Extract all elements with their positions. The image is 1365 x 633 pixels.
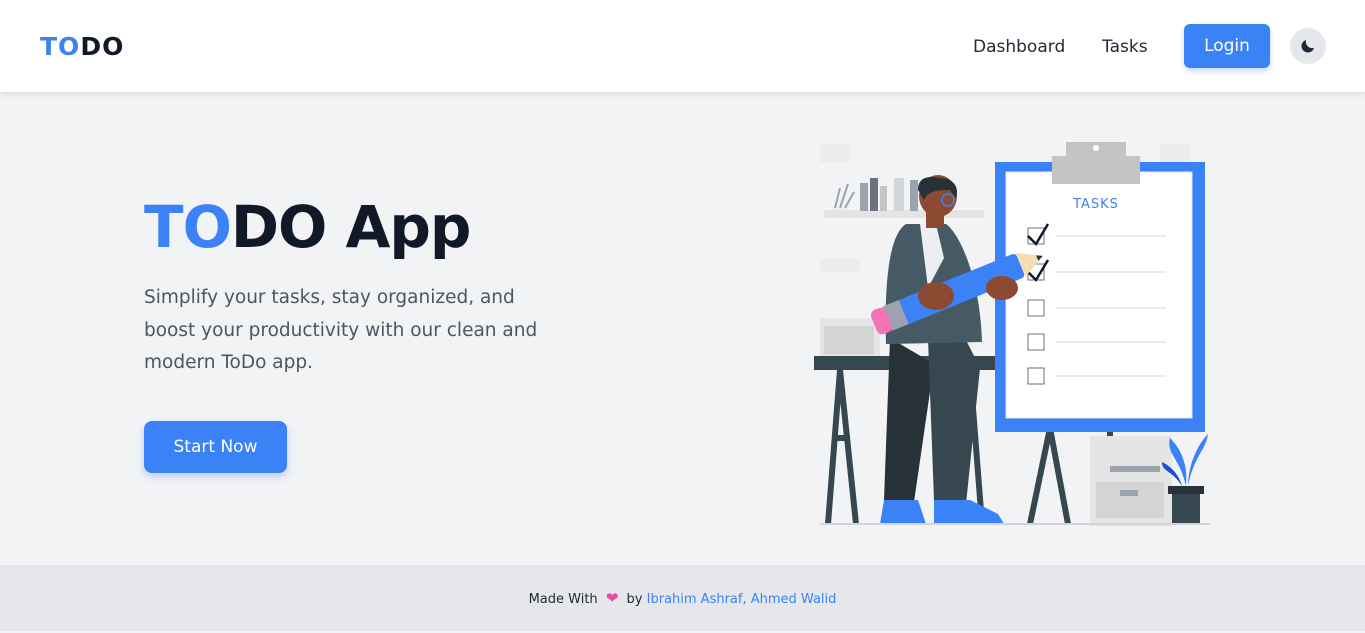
hero-illustration: TASKS — [814, 142, 1210, 526]
footer-made-with: Made With — [528, 592, 598, 607]
navbar: TODO Dashboard Tasks Login — [0, 0, 1365, 92]
cabinet — [1090, 436, 1172, 526]
heart-icon: ❤ — [605, 589, 619, 607]
clipboard: TASKS — [995, 142, 1205, 432]
footer-authors-link[interactable]: Ibrahim Ashraf, Ahmed Walid — [647, 592, 837, 607]
moon-icon — [1301, 40, 1314, 53]
logo-text: DO — [80, 32, 125, 61]
start-now-button[interactable]: Start Now — [144, 421, 287, 473]
theme-toggle-button[interactable] — [1290, 28, 1326, 64]
login-button[interactable]: Login — [1184, 24, 1270, 68]
nav-link-tasks[interactable]: Tasks — [1102, 36, 1148, 58]
footer-by: by — [626, 592, 643, 607]
hero-description: Simplify your tasks, stay organized, and… — [144, 287, 538, 373]
clipboard-title: TASKS — [1072, 197, 1119, 212]
hero-title-text: DO App — [230, 193, 472, 261]
logo-highlight: TO — [40, 32, 81, 61]
logo[interactable]: TODO — [40, 32, 124, 62]
footer: Made With ❤ by Ibrahim Ashraf, Ahmed Wal… — [0, 565, 1365, 631]
person — [880, 175, 1004, 524]
nav-link-dashboard[interactable]: Dashboard — [973, 36, 1065, 58]
hero-title: TODO App — [144, 192, 472, 262]
hero-title-highlight: TO — [144, 193, 232, 261]
